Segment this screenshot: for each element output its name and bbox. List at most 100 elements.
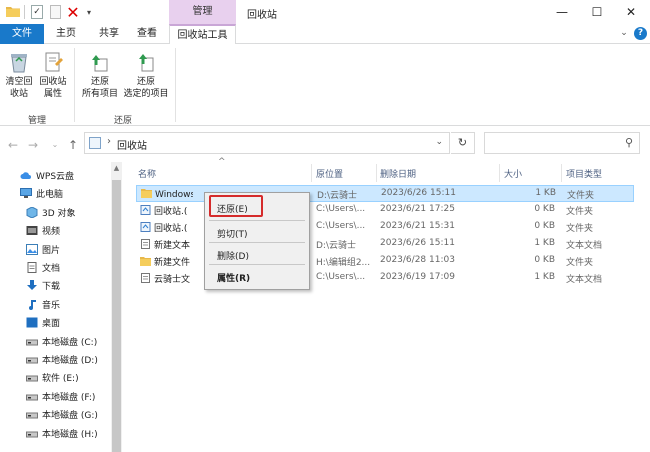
refresh-button[interactable]: ↻: [451, 132, 475, 154]
maximize-button[interactable]: ☐: [583, 2, 611, 22]
file-name-cell[interactable]: 回收站.(: [140, 204, 192, 217]
menu-item-cut[interactable]: 剪切(T): [217, 227, 248, 240]
recycle-file-icon: [140, 205, 151, 215]
tab-view[interactable]: 查看: [128, 24, 166, 44]
nav-pane-scrollbar[interactable]: ▲: [111, 162, 122, 452]
file-size: 1 KB: [534, 272, 555, 282]
search-input[interactable]: ⚲: [484, 132, 640, 154]
nav-item[interactable]: 图片: [26, 242, 60, 260]
restore-all-items-button[interactable]: 还原 所有项目: [80, 50, 120, 100]
sort-caret-icon: ^: [218, 157, 226, 167]
checkmark-icon[interactable]: ✓: [31, 5, 43, 19]
blank-document-icon[interactable]: [50, 5, 61, 19]
column-divider[interactable]: [376, 164, 377, 182]
nav-item-label: WPS云盘: [36, 172, 75, 182]
nav-item[interactable]: 本地磁盘 (H:): [26, 426, 98, 444]
tab-file[interactable]: 文件: [0, 24, 44, 44]
file-name-cell[interactable]: 云骑士文: [140, 272, 192, 285]
restore-selected-items-button[interactable]: 还原 选定的项目: [121, 50, 171, 100]
nav-item[interactable]: 桌面: [26, 315, 60, 333]
menu-separator: [209, 242, 305, 243]
customize-toolbar-icon[interactable]: ▾: [84, 5, 94, 19]
video-icon: [26, 225, 38, 236]
nav-item-label: 下载: [42, 282, 61, 293]
menu-item-delete[interactable]: 删除(D): [217, 249, 249, 262]
chevron-down-icon[interactable]: ⌄: [435, 137, 443, 147]
scroll-up-arrow-icon[interactable]: ▲: [111, 164, 122, 174]
cloud-icon: [20, 170, 32, 181]
column-header-deleted-date[interactable]: 删除日期: [380, 167, 416, 180]
up-arrow-icon[interactable]: ↑: [66, 138, 80, 152]
file-name-cell[interactable]: 新建文件: [140, 255, 192, 268]
drive-icon: [26, 372, 38, 383]
ribbon-tabs: 文件 主页 共享 查看 回收站工具: [0, 24, 650, 45]
nav-item[interactable]: 视频: [26, 223, 60, 241]
nav-item[interactable]: 此电脑: [20, 186, 63, 204]
file-name: 云骑士文: [154, 275, 191, 285]
file-size: 1 KB: [535, 188, 556, 198]
column-header-type[interactable]: 项目类型: [566, 167, 602, 180]
nav-item-label: 图片: [42, 245, 61, 256]
column-header-name[interactable]: 名称: [138, 167, 156, 180]
address-bar[interactable]: › 回收站 ⌄: [84, 132, 450, 154]
recent-locations-chevron-icon[interactable]: ⌄: [48, 138, 62, 152]
help-icon[interactable]: ?: [634, 27, 647, 40]
folder-icon[interactable]: [6, 5, 20, 17]
file-name-cell[interactable]: 回收站.(: [140, 221, 192, 234]
menu-item-properties[interactable]: 属性(R): [217, 271, 250, 284]
delete-icon[interactable]: ✕: [65, 3, 81, 22]
scrollbar-thumb[interactable]: [112, 180, 121, 452]
chevron-right-icon[interactable]: ›: [107, 136, 111, 147]
chevron-down-icon[interactable]: ⌄: [618, 27, 630, 39]
nav-item[interactable]: 本地磁盘 (F:): [26, 389, 95, 407]
column-divider[interactable]: [499, 164, 500, 182]
context-tab-group-label: 管理: [169, 0, 236, 24]
nav-item-label: 软件 (E:): [42, 374, 79, 385]
file-deleted-date: 2023/6/28 11:03: [380, 255, 455, 265]
nav-item-label: 3D 对象: [42, 208, 76, 219]
column-header-size[interactable]: 大小: [504, 167, 522, 180]
file-type: 文件夹: [567, 191, 595, 201]
close-button[interactable]: ✕: [617, 2, 645, 22]
nav-item[interactable]: 本地磁盘 (G:): [26, 407, 98, 425]
nav-item-label: 本地磁盘 (H:): [42, 429, 98, 440]
nav-item[interactable]: 下载: [26, 278, 60, 296]
column-divider[interactable]: [561, 164, 562, 182]
forward-arrow-icon[interactable]: →: [26, 138, 40, 152]
recycle-file-icon: [140, 222, 151, 232]
menu-item-restore[interactable]: 还原(E): [217, 202, 248, 215]
file-location: C:\Users\...: [316, 204, 366, 214]
nav-item[interactable]: WPS云盘: [20, 168, 74, 186]
column-divider[interactable]: [311, 164, 312, 182]
file-deleted-date: 2023/6/21 17:25: [380, 204, 455, 214]
restore-selected-label-line1: 还原: [136, 77, 155, 87]
search-icon: ⚲: [624, 136, 633, 149]
nav-item[interactable]: 本地磁盘 (C:): [26, 334, 97, 352]
title-bar: ✓ ✕ ▾ 管理 回收站 — ☐ ✕: [0, 0, 650, 24]
nav-item-label: 桌面: [42, 319, 61, 330]
empty-bin-label-line2: 收站: [9, 89, 28, 99]
minimize-button[interactable]: —: [548, 2, 576, 22]
nav-item[interactable]: 软件 (E:): [26, 370, 79, 388]
file-location: C:\Users\...: [316, 272, 366, 282]
file-size: 1 KB: [534, 238, 555, 248]
nav-item[interactable]: 3D 对象: [26, 205, 76, 223]
back-arrow-icon[interactable]: ←: [6, 138, 20, 152]
file-deleted-date: 2023/6/26 15:11: [380, 238, 455, 248]
download-icon: [26, 280, 38, 291]
drive-icon: [26, 409, 38, 420]
address-path[interactable]: 回收站: [117, 137, 147, 152]
nav-item[interactable]: 文档: [26, 260, 60, 278]
ribbon: 清空回 收站 回收站 属性 还原 所有项目 还原 选定的项目 管理 还原: [0, 44, 650, 126]
nav-item[interactable]: 本地磁盘 (D:): [26, 352, 98, 370]
nav-item[interactable]: 音乐: [26, 297, 60, 315]
tab-recycle-bin-tools[interactable]: 回收站工具: [169, 24, 236, 45]
column-header-location[interactable]: 原位置: [316, 167, 343, 180]
column-header: 名称 原位置 删除日期 大小 项目类型: [132, 162, 650, 184]
tab-home[interactable]: 主页: [47, 24, 85, 44]
tab-share[interactable]: 共享: [89, 24, 129, 44]
file-name-cell[interactable]: 新建文本: [140, 238, 192, 251]
empty-recycle-bin-button[interactable]: 清空回 收站: [4, 50, 34, 100]
recycle-bin-properties-button[interactable]: 回收站 属性: [37, 50, 69, 100]
file-name-cell[interactable]: Windows: [141, 188, 193, 200]
